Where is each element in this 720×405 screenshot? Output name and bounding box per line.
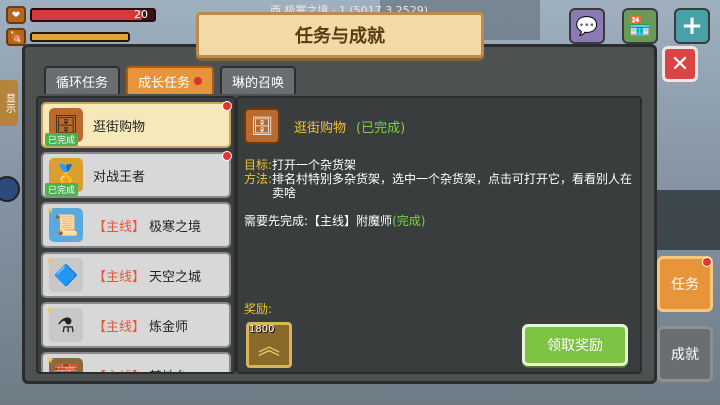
reward-label: 奖励: — [244, 302, 273, 316]
star-icon: ★ — [46, 356, 55, 366]
quest-tabs: 循环任务 成长任务 琳的召唤 — [44, 66, 297, 94]
health-bar: 20 — [30, 8, 156, 22]
add-button[interactable]: + — [674, 8, 710, 44]
prereq-status: (完成) — [392, 214, 426, 228]
quest-item-label: 【主线】 极寒之境 — [93, 216, 201, 235]
method-label: 方法: — [244, 172, 273, 186]
completed-badge: 已完成 — [45, 133, 79, 146]
quest-detail: 🗄 逛街购物 (已完成) 目标: 打开一个杂货架 方法: 排名村特别多杂货架，选… — [236, 96, 642, 374]
quest-item-tag: 【主线】 — [93, 269, 146, 285]
quest-item-name: 极寒之境 — [149, 219, 202, 235]
background-dark-block — [650, 190, 720, 250]
task-side-label: 任务 — [671, 277, 699, 293]
scroll-icon: 📜 — [49, 208, 83, 242]
detail-title: 逛街购物 — [294, 120, 347, 136]
quest-item-name: 逛街购物 — [93, 119, 146, 135]
quest-item-label: 【主线】 基地台 — [93, 366, 188, 373]
show-side-tab[interactable]: 显示 — [0, 80, 18, 126]
notification-dot — [194, 77, 203, 85]
goal-label: 目标: — [244, 158, 273, 172]
goal-text: 打开一个杂货架 — [272, 158, 357, 172]
tab-label: 循环任务 — [56, 75, 109, 91]
health-fill — [32, 10, 142, 20]
star-icon: ★ — [46, 256, 55, 266]
shelf-icon: 🗄 — [244, 108, 280, 144]
close-button[interactable]: ✕ — [662, 46, 698, 82]
chat-button[interactable]: 💬 — [569, 8, 605, 44]
quest-item-name: 基地台 — [149, 370, 188, 373]
quest-list-item[interactable]: 🏅 对战王者 已完成 — [41, 151, 232, 198]
notification-dot — [222, 151, 232, 161]
method-text: 排名村特别多杂货架，选中一个杂货架，点击可打开它，看看别人在卖啥 — [272, 172, 633, 200]
quest-item-tag: 【主线】 — [93, 370, 145, 373]
plus-icon: + — [681, 11, 703, 41]
crystal-icon: 🔷 — [49, 258, 83, 292]
quest-item-label: 对战王者 — [93, 166, 145, 185]
task-side-button[interactable]: 任务 — [657, 256, 713, 312]
star-icon: ★ — [46, 306, 55, 316]
quest-list-item[interactable]: 📜 【主线】 极寒之境 ★ — [41, 202, 231, 248]
reward-count: 1800 — [249, 324, 275, 335]
quest-list-item[interactable]: 🔷 【主线】 天空之城 ★ — [41, 252, 231, 298]
side-orb-icon[interactable] — [0, 176, 20, 202]
quest-item-tag: 【主线】 — [93, 219, 146, 235]
notification-dot — [702, 257, 712, 267]
close-icon: ✕ — [670, 51, 690, 77]
food-icon: 🍖 — [6, 28, 26, 46]
quest-item-tag: 【主线】 — [93, 319, 146, 335]
quest-item-label: 逛街购物 — [93, 116, 145, 135]
achievement-side-label: 成就 — [671, 347, 699, 363]
tab-2[interactable]: 琳的召唤 — [220, 66, 297, 94]
detail-status: (已完成) — [356, 120, 406, 136]
quest-item-name: 炼金师 — [149, 319, 189, 335]
claim-reward-button[interactable]: 领取奖励 — [522, 324, 628, 366]
food-fill — [32, 34, 128, 40]
shop-button[interactable]: 🏪 — [622, 8, 658, 44]
panel-title: 任务与成就 — [196, 12, 484, 58]
star-icon: ★ — [46, 206, 55, 216]
chat-icon: 💬 — [575, 15, 599, 37]
quest-item-label: 【主线】 天空之城 — [93, 266, 201, 285]
tab-0[interactable]: 循环任务 — [44, 66, 121, 94]
quest-item-name: 对战王者 — [93, 169, 146, 185]
heart-icon: ❤ — [6, 6, 26, 24]
quest-list-item[interactable]: 🗄 逛街购物 已完成 — [41, 101, 232, 148]
tab-label: 成长任务 — [138, 75, 191, 91]
quest-item-name: 天空之城 — [149, 269, 202, 285]
quest-list-item[interactable]: ⚗ 【主线】 炼金师 ★ — [41, 302, 231, 348]
alchemy-icon: ⚗ — [49, 308, 83, 342]
notification-dot — [222, 101, 232, 111]
tab-1[interactable]: 成长任务 — [126, 66, 215, 94]
health-value: 20 — [134, 8, 148, 21]
food-bar — [30, 32, 130, 42]
base-icon: 🧱 — [49, 358, 83, 372]
completed-badge: 已完成 — [45, 183, 79, 196]
prereq-label: 需要先完成: — [244, 214, 309, 228]
quest-item-label: 【主线】 炼金师 — [93, 316, 188, 335]
quest-list-item[interactable]: 🧱 【主线】 基地台 ★ — [41, 352, 231, 373]
prereq-task: 【主线】附魔师 — [308, 214, 393, 228]
achievement-side-button[interactable]: 成就 — [657, 326, 713, 382]
tab-label: 琳的召唤 — [232, 75, 285, 91]
quest-list: 🗄 逛街购物 已完成 🏅 对战王者 已完成 📜 【主线】 极寒之境 ★ 🔷 【主线】 天空之城 ★ ⚗ 【主线… — [36, 96, 236, 374]
shop-icon: 🏪 — [628, 15, 652, 37]
